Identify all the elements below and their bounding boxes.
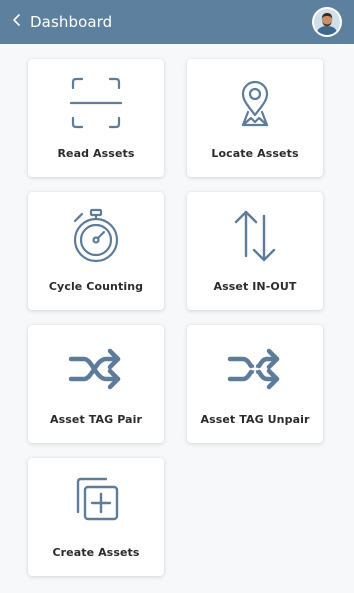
asset-in-out-card[interactable]: Asset IN-OUT [187, 192, 323, 310]
read-assets-card[interactable]: Read Assets [28, 59, 164, 177]
user-avatar-image [314, 9, 340, 35]
back-button[interactable]: Dashboard [10, 13, 112, 32]
card-label: Read Assets [57, 147, 135, 160]
copy-add-icon [68, 474, 124, 530]
app-header: Dashboard [0, 0, 354, 44]
card-label: Asset IN-OUT [213, 280, 297, 293]
asset-tag-unpair-card[interactable]: Asset TAG Unpair [187, 325, 323, 443]
card-label: Asset TAG Pair [50, 413, 142, 426]
chevron-left-icon [10, 13, 24, 32]
card-label: Locate Assets [211, 147, 299, 160]
up-down-arrows-icon [227, 208, 283, 264]
create-assets-card[interactable]: Create Assets [28, 458, 164, 576]
scan-frame-icon [68, 75, 124, 131]
shuffle-broken-icon [227, 341, 283, 397]
page-title: Dashboard [30, 13, 113, 31]
asset-tag-pair-card[interactable]: Asset TAG Pair [28, 325, 164, 443]
card-label: Create Assets [52, 546, 140, 559]
cycle-counting-card[interactable]: Cycle Counting [28, 192, 164, 310]
card-label: Asset TAG Unpair [200, 413, 310, 426]
locate-assets-card[interactable]: Locate Assets [187, 59, 323, 177]
avatar[interactable] [312, 7, 342, 37]
shuffle-icon [68, 341, 124, 397]
map-pin-icon [227, 75, 283, 131]
stopwatch-icon [68, 208, 124, 264]
card-label: Cycle Counting [48, 280, 144, 293]
